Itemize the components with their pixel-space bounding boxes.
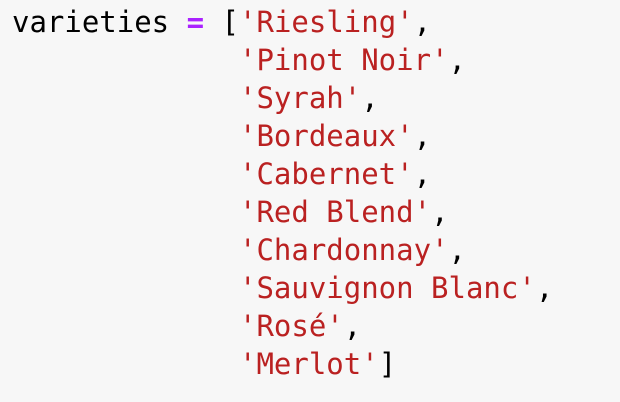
comma: , xyxy=(448,233,466,267)
comma: , xyxy=(448,43,466,77)
string-item: 'Rosé' xyxy=(238,309,344,343)
comma: , xyxy=(413,5,432,39)
string-item: 'Bordeaux' xyxy=(238,119,414,153)
close-bracket: ] xyxy=(378,347,397,381)
code-line-7: 'Chardonnay', xyxy=(12,231,466,269)
open-bracket: [ xyxy=(221,5,240,39)
string-item: 'Syrah' xyxy=(238,81,362,115)
code-line-2: 'Pinot Noir', xyxy=(12,41,466,79)
string-item: 'Red Blend' xyxy=(238,195,432,229)
string-item: 'Riesling' xyxy=(239,5,414,39)
string-item: 'Pinot Noir' xyxy=(238,43,449,77)
code-line-1: varieties = ['Riesling', xyxy=(12,3,431,41)
code-line-8: 'Sauvignon Blanc', xyxy=(12,269,553,307)
comma: , xyxy=(361,81,379,115)
string-item: 'Sauvignon Blanc' xyxy=(238,271,536,305)
comma: , xyxy=(413,157,432,191)
comma: , xyxy=(431,195,449,229)
assignment-operator: = xyxy=(186,5,205,39)
code-line-5: 'Cabernet', xyxy=(12,155,431,193)
code-line-4: 'Bordeaux', xyxy=(12,117,431,155)
string-item: 'Chardonnay' xyxy=(238,233,449,267)
code-line-9: 'Rosé', xyxy=(12,307,361,345)
comma: , xyxy=(343,309,362,343)
code-line-6: 'Red Blend', xyxy=(12,193,449,231)
comma: , xyxy=(413,119,432,153)
comma: , xyxy=(535,271,554,305)
string-item: 'Cabernet' xyxy=(238,157,414,191)
code-block: varieties = ['Riesling', 'Pinot Noir', '… xyxy=(0,0,620,402)
variable-name: varieties xyxy=(12,5,170,39)
code-line-3: 'Syrah', xyxy=(12,79,379,117)
string-item: 'Merlot' xyxy=(238,347,379,381)
code-line-10: 'Merlot'] xyxy=(12,345,396,383)
